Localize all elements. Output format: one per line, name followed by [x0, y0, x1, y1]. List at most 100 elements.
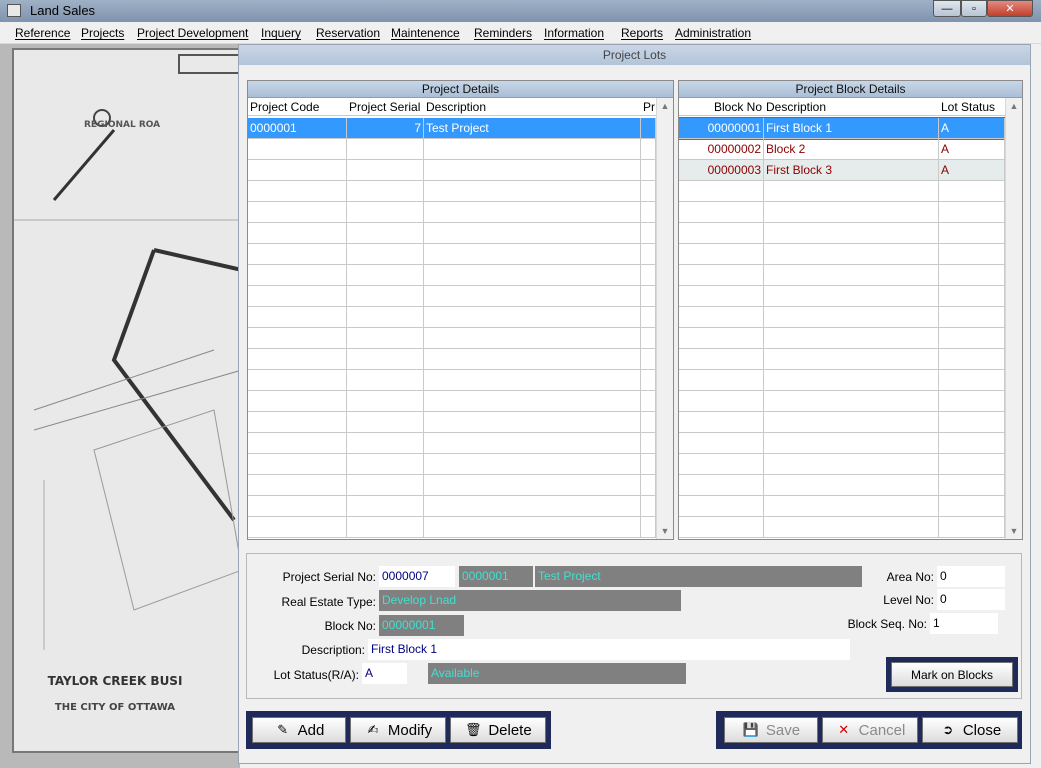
delete-label: Delete [488, 721, 532, 739]
menu-reference[interactable]: Reference [15, 26, 70, 40]
cell-project-code: 0000001 [248, 118, 347, 138]
empty-cell [939, 517, 1005, 537]
empty-cell [939, 328, 1005, 348]
col-description[interactable]: Description [424, 98, 641, 116]
description-label: Description: [301, 643, 365, 657]
empty-cell [764, 265, 939, 285]
empty-cell [764, 307, 939, 327]
menu-reports[interactable]: Reports [621, 26, 663, 40]
menu-maintenence[interactable]: Maintenence [391, 26, 460, 40]
empty-cell [939, 244, 1005, 264]
empty-row [248, 475, 656, 496]
empty-cell [248, 223, 347, 243]
empty-cell [347, 370, 424, 390]
lot-status-text: Available [428, 663, 686, 684]
cancel-button[interactable]: ✕ Cancel [822, 717, 918, 743]
modify-icon: ✍ [367, 722, 379, 737]
empty-row [248, 328, 656, 349]
empty-cell [641, 202, 656, 222]
table-row[interactable]: 0000001 7 Test Project [248, 118, 656, 139]
cell-description: Test Project [424, 118, 641, 138]
empty-cell [679, 202, 764, 222]
level-no-label: Level No: [883, 593, 934, 607]
delete-button[interactable]: 🗑 Delete [450, 717, 546, 743]
empty-row [248, 223, 656, 244]
block-no-field[interactable]: 00000001 [379, 615, 464, 636]
scroll-down-icon[interactable]: ▼ [1006, 523, 1022, 539]
empty-row [679, 328, 1005, 349]
project-serial-field[interactable]: 0000007 [379, 566, 455, 587]
empty-cell [424, 454, 641, 474]
lot-status-field[interactable]: A [362, 663, 407, 684]
close-arrow-icon: ➲ [942, 722, 954, 737]
empty-cell [248, 349, 347, 369]
add-button[interactable]: ✎ Add [252, 717, 346, 743]
col-project-serial[interactable]: Project Serial [347, 98, 424, 116]
menu-information[interactable]: Information [544, 26, 604, 40]
window-title: Land Sales [30, 3, 96, 18]
table-row[interactable]: 00000001 First Block 1 A [679, 117, 1005, 140]
empty-cell [679, 307, 764, 327]
col-lot-status[interactable]: Lot Status [939, 98, 1005, 116]
mark-on-blocks-frame: Mark on Blocks [886, 657, 1018, 692]
menu-project-development[interactable]: Project Development [137, 26, 248, 40]
description-field[interactable]: First Block 1 [368, 639, 850, 660]
cell-block-no: 00000003 [679, 160, 764, 180]
modify-button[interactable]: ✍ Modify [350, 717, 446, 743]
scroll-up-icon[interactable]: ▲ [657, 98, 673, 114]
cell-lot-status: A [939, 139, 1005, 159]
save-button[interactable]: 💾 Save [724, 717, 818, 743]
col-block-description[interactable]: Description [764, 98, 939, 116]
menu-projects[interactable]: Projects [81, 26, 124, 40]
col-pr[interactable]: Pr [641, 98, 656, 116]
window-titlebar: Land Sales — ▫ ✕ [0, 0, 1041, 22]
trash-icon: 🗑 [465, 722, 482, 737]
cell-block-description: First Block 1 [764, 118, 939, 138]
table-row[interactable]: 00000003 First Block 3 A [679, 160, 1005, 181]
empty-row [248, 454, 656, 475]
background-map-image: REGIONAL ROA TAYLOR CREEK BUSI THE CITY … [0, 44, 240, 768]
menu-administration[interactable]: Administration [675, 26, 751, 40]
maximize-button[interactable]: ▫ [961, 0, 987, 17]
col-project-code[interactable]: Project Code [248, 98, 347, 116]
empty-cell [347, 454, 424, 474]
col-block-no[interactable]: Block No [679, 98, 764, 116]
menu-reservation[interactable]: Reservation [316, 26, 380, 40]
scroll-down-icon[interactable]: ▼ [657, 523, 673, 539]
empty-cell [641, 328, 656, 348]
close-button[interactable]: ➲ Close [922, 717, 1018, 743]
empty-row [248, 349, 656, 370]
empty-cell [679, 244, 764, 264]
empty-cell [641, 475, 656, 495]
empty-cell [939, 433, 1005, 453]
minimize-button[interactable]: — [933, 0, 961, 17]
scroll-up-icon[interactable]: ▲ [1006, 98, 1022, 114]
project-details-body: 0000001 7 Test Project [248, 116, 656, 539]
empty-cell [939, 181, 1005, 201]
menu-inquery[interactable]: Inquery [261, 26, 301, 40]
empty-row [248, 181, 656, 202]
empty-cell [347, 202, 424, 222]
empty-cell [424, 202, 641, 222]
block-seq-field[interactable]: 1 [930, 613, 998, 634]
empty-cell [347, 244, 424, 264]
empty-row [248, 286, 656, 307]
empty-cell [764, 370, 939, 390]
empty-cell [424, 160, 641, 180]
mark-on-blocks-button[interactable]: Mark on Blocks [891, 662, 1013, 687]
empty-cell [248, 496, 347, 516]
empty-cell [424, 496, 641, 516]
menu-reminders[interactable]: Reminders [474, 26, 532, 40]
empty-cell [424, 349, 641, 369]
project-details-scrollbar[interactable]: ▲ ▼ [656, 98, 673, 539]
block-details-scrollbar[interactable]: ▲ ▼ [1005, 98, 1022, 539]
empty-cell [939, 265, 1005, 285]
empty-cell [424, 265, 641, 285]
close-window-button[interactable]: ✕ [987, 0, 1033, 17]
empty-cell [424, 433, 641, 453]
cancel-x-icon: ✕ [838, 722, 850, 737]
project-details-grid: Project Details Project Code Project Ser… [247, 80, 674, 540]
level-no-field[interactable]: 0 [937, 589, 1005, 610]
area-no-field[interactable]: 0 [937, 566, 1005, 587]
table-row[interactable]: 00000002 Block 2 A [679, 139, 1005, 160]
